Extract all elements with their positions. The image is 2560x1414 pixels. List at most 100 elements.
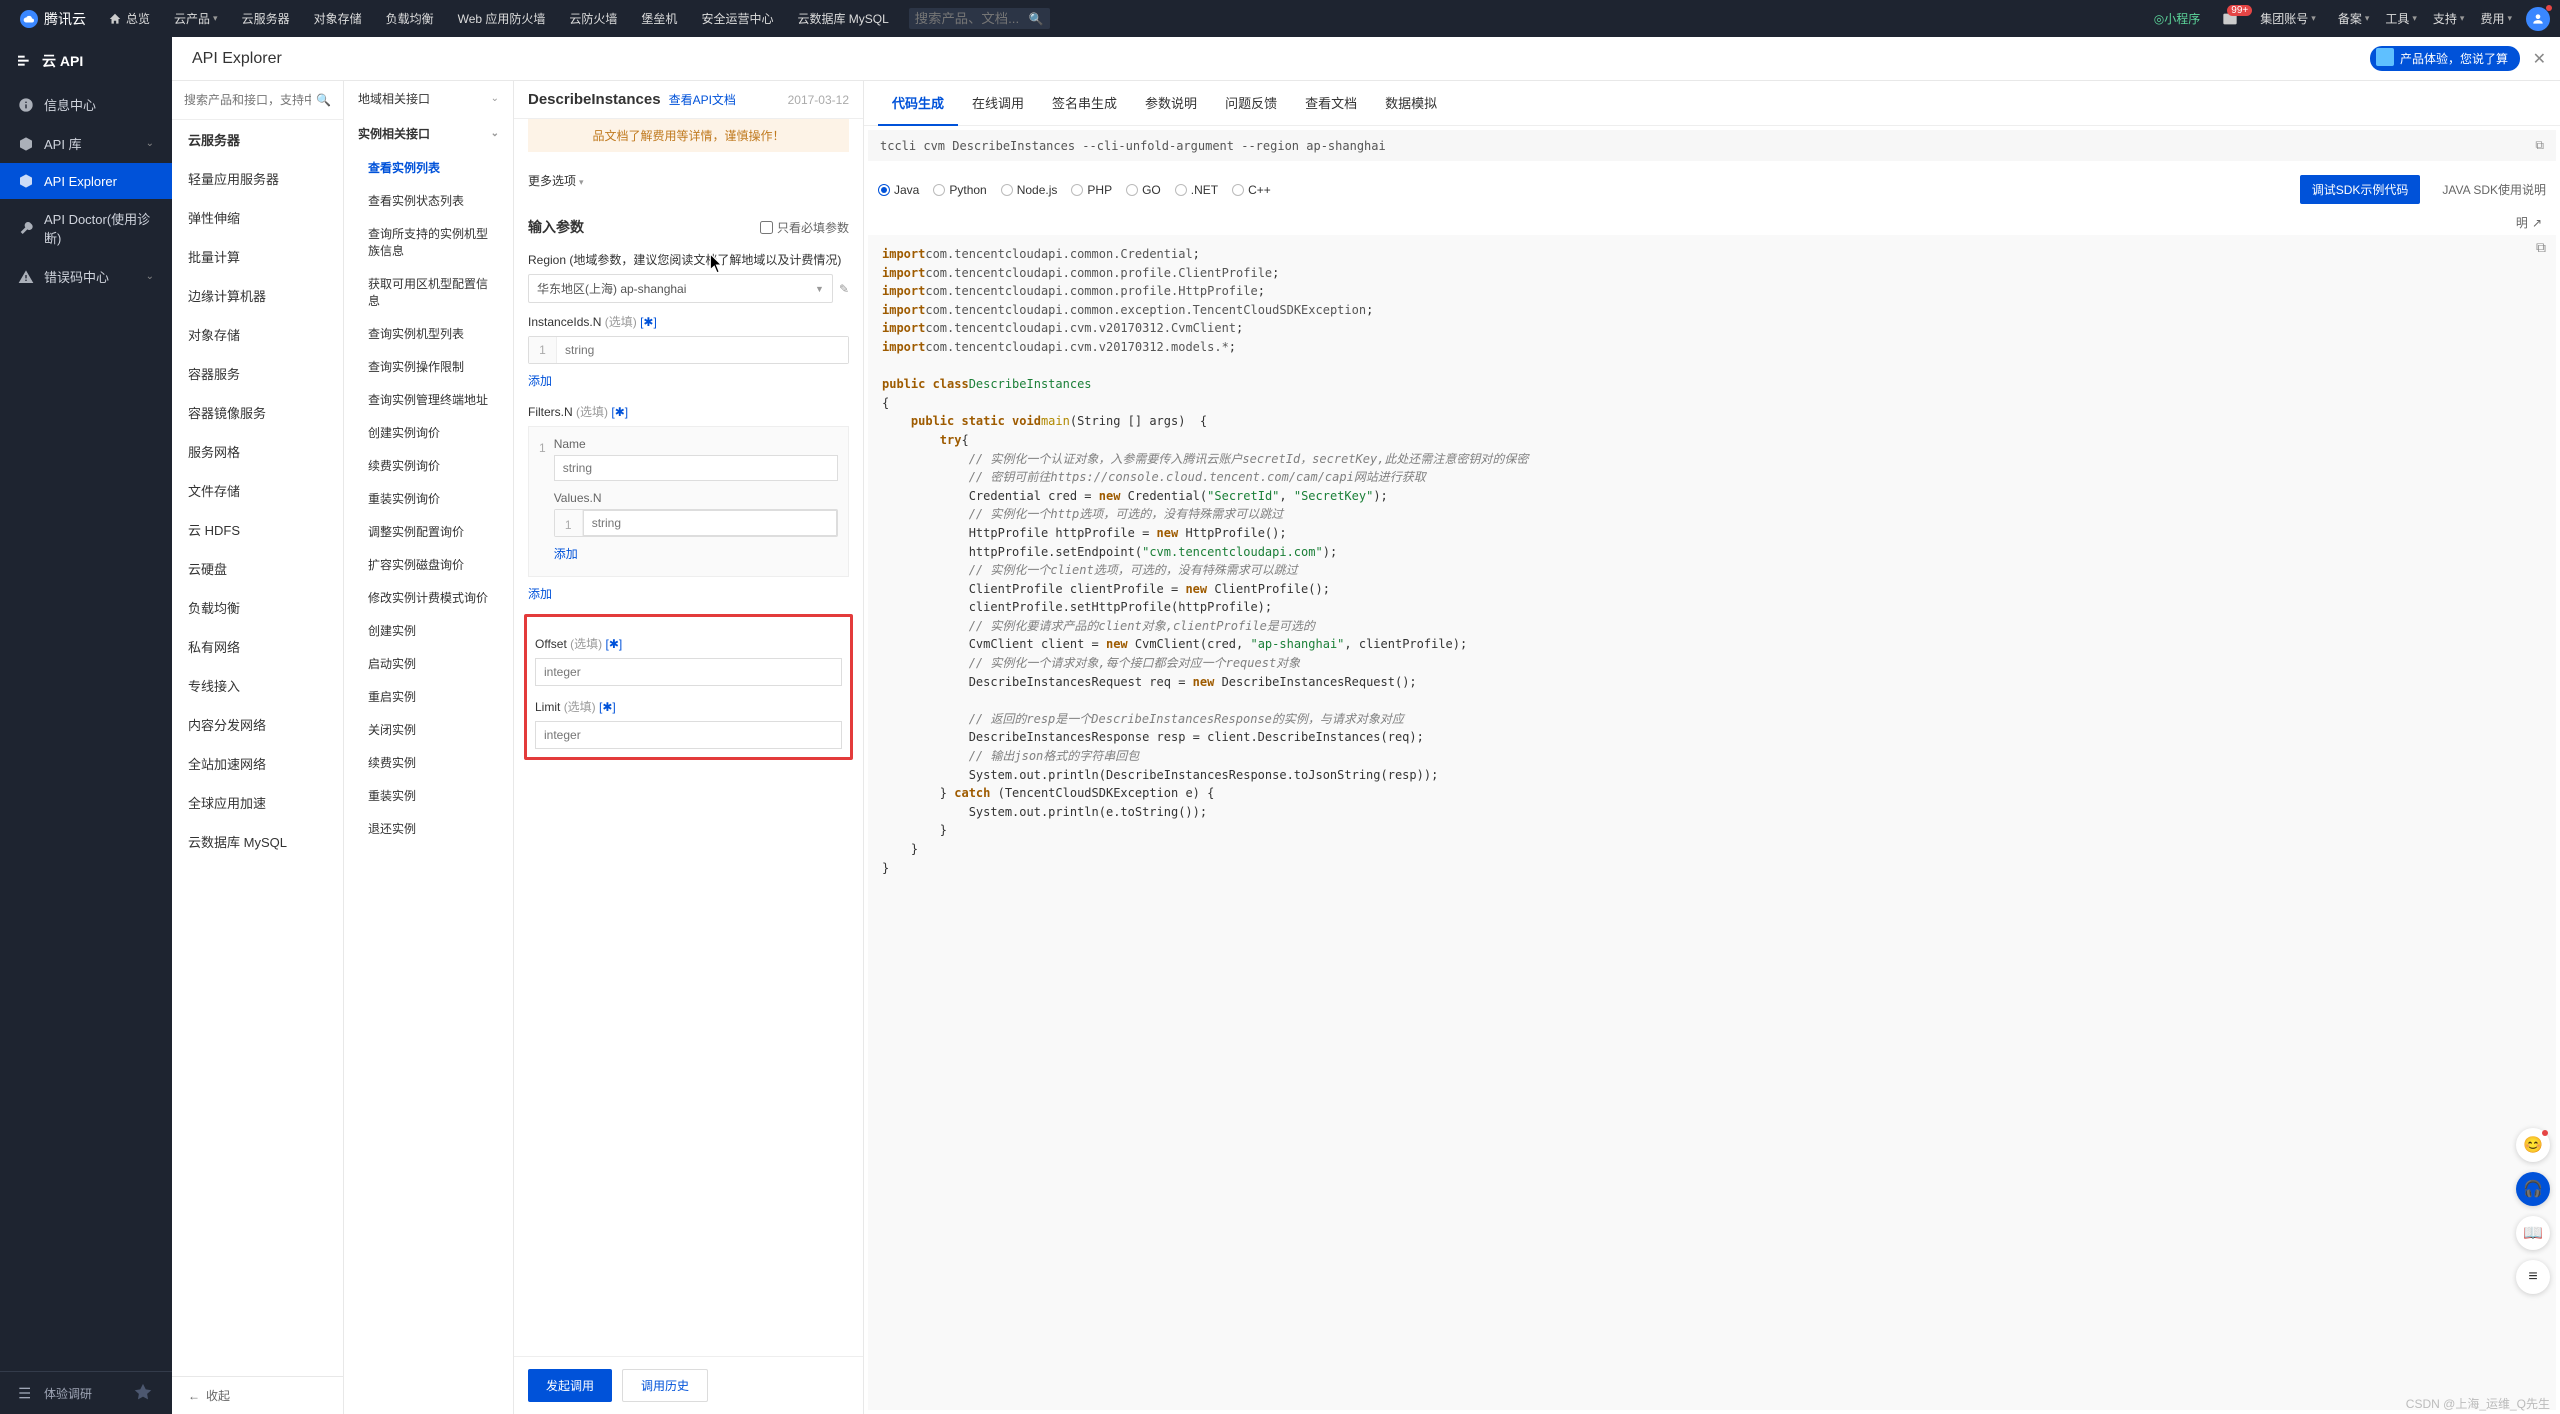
region-select[interactable]: 华东地区(上海) ap-shanghai▼ — [528, 274, 833, 303]
tab-5[interactable]: 查看文档 — [1291, 81, 1371, 125]
api-item-14[interactable]: 启动实例 — [344, 647, 513, 680]
brand-logo[interactable]: 腾讯云 — [10, 9, 96, 29]
copy-code-icon[interactable]: ⧉ — [2536, 239, 2546, 256]
add-value[interactable]: 添加 — [554, 545, 578, 562]
nav-item-1[interactable]: 云服务器 — [230, 0, 302, 37]
api-item-5[interactable]: 查询实例操作限制 — [344, 350, 513, 383]
filter-name-input[interactable] — [554, 455, 838, 481]
product-item-16[interactable]: 全站加速网络 — [172, 744, 343, 783]
external-link-icon[interactable]: ↗ — [2532, 216, 2542, 230]
limit-input[interactable] — [535, 721, 842, 749]
product-item-12[interactable]: 负载均衡 — [172, 588, 343, 627]
tab-6[interactable]: 数据模拟 — [1371, 81, 1451, 125]
promo-banner[interactable]: 产品体验，您说了算 — [2370, 46, 2520, 71]
headset-button[interactable]: 🎧 — [2516, 1172, 2550, 1206]
product-item-18[interactable]: 云数据库 MySQL — [172, 822, 343, 861]
product-item-7[interactable]: 容器镜像服务 — [172, 393, 343, 432]
api-item-17[interactable]: 续费实例 — [344, 746, 513, 779]
tab-0[interactable]: 代码生成 — [878, 81, 958, 126]
close-icon[interactable]: ✕ — [2533, 49, 2546, 69]
search-icon[interactable]: 🔍 — [316, 93, 331, 107]
notifications-icon[interactable]: 99+ — [2214, 11, 2246, 27]
only-required-toggle[interactable]: 只看必填参数 — [760, 219, 849, 236]
mini-program[interactable]: ◎ 小程序 — [2146, 10, 2209, 27]
tab-1[interactable]: 在线调用 — [958, 81, 1038, 125]
product-item-8[interactable]: 服务网格 — [172, 432, 343, 471]
product-item-3[interactable]: 批量计算 — [172, 237, 343, 276]
nav-item-6[interactable]: 堡垒机 — [629, 0, 689, 37]
product-item-9[interactable]: 文件存储 — [172, 471, 343, 510]
topbar-right-3[interactable]: 费用 — [2472, 10, 2520, 27]
nav-item-3[interactable]: 负载均衡 — [374, 0, 446, 37]
add-filter[interactable]: 添加 — [528, 585, 552, 602]
product-item-4[interactable]: 边缘计算机器 — [172, 276, 343, 315]
topbar-right-0[interactable]: 备案 — [2330, 10, 2378, 27]
more-options[interactable]: 更多选项 — [528, 166, 849, 207]
nav-item-5[interactable]: 云防火墙 — [557, 0, 629, 37]
api-item-7[interactable]: 创建实例询价 — [344, 416, 513, 449]
lang-radio-.net[interactable]: .NET — [1175, 183, 1218, 197]
nav-item-4[interactable]: Web 应用防火墙 — [446, 0, 558, 37]
search-input[interactable] — [915, 11, 1025, 26]
sidebar-footer[interactable]: 体验调研 — [0, 1371, 172, 1414]
api-item-6[interactable]: 查询实例管理终端地址 — [344, 383, 513, 416]
api-group-instance[interactable]: 实例相关接口⌄ — [344, 116, 513, 151]
api-item-1[interactable]: 查看实例状态列表 — [344, 184, 513, 217]
sidebar-item-0[interactable]: 信息中心 — [0, 85, 172, 124]
product-item-2[interactable]: 弹性伸缩 — [172, 198, 343, 237]
api-item-9[interactable]: 重装实例询价 — [344, 482, 513, 515]
lang-radio-python[interactable]: Python — [933, 183, 986, 197]
product-item-1[interactable]: 轻量应用服务器 — [172, 159, 343, 198]
api-item-18[interactable]: 重装实例 — [344, 779, 513, 812]
product-item-17[interactable]: 全球应用加速 — [172, 783, 343, 822]
menu-button[interactable]: ≡ — [2516, 1260, 2550, 1294]
product-item-13[interactable]: 私有网络 — [172, 627, 343, 666]
topbar-right-2[interactable]: 支持 — [2425, 10, 2473, 27]
product-item-5[interactable]: 对象存储 — [172, 315, 343, 354]
sidebar-item-2[interactable]: API Explorer — [0, 163, 172, 199]
api-group-region[interactable]: 地域相关接口⌄ — [344, 81, 513, 116]
collapse-button[interactable]: ←收起 — [172, 1376, 343, 1414]
topbar-search[interactable]: 🔍 — [909, 8, 1050, 29]
nav-item-7[interactable]: 安全运营中心 — [689, 0, 785, 37]
api-item-3[interactable]: 获取可用区机型配置信息 — [344, 267, 513, 317]
offset-input[interactable] — [535, 658, 842, 686]
sidebar-item-1[interactable]: API 库⌄ — [0, 124, 172, 163]
help-link[interactable]: [✱] — [611, 405, 628, 419]
api-item-12[interactable]: 修改实例计费模式询价 — [344, 581, 513, 614]
sidebar-item-3[interactable]: API Doctor(使用诊断) — [0, 199, 172, 257]
docs-button[interactable]: 📖 — [2516, 1216, 2550, 1250]
api-item-2[interactable]: 查询所支持的实例机型族信息 — [344, 217, 513, 267]
lang-radio-php[interactable]: PHP — [1071, 183, 1112, 197]
product-item-6[interactable]: 容器服务 — [172, 354, 343, 393]
lang-radio-node.js[interactable]: Node.js — [1001, 183, 1058, 197]
api-item-8[interactable]: 续费实例询价 — [344, 449, 513, 482]
avatar[interactable] — [2526, 7, 2550, 31]
api-item-19[interactable]: 退还实例 — [344, 812, 513, 845]
api-item-10[interactable]: 调整实例配置询价 — [344, 515, 513, 548]
api-item-0[interactable]: 查看实例列表 — [344, 151, 513, 184]
help-link[interactable]: [✱] — [640, 315, 657, 329]
api-item-13[interactable]: 创建实例 — [344, 614, 513, 647]
view-doc-link[interactable]: 查看API文档 — [669, 91, 736, 108]
tab-4[interactable]: 问题反馈 — [1211, 81, 1291, 125]
nav-item-8[interactable]: 云数据库 MySQL — [785, 0, 900, 37]
product-item-10[interactable]: 云 HDFS — [172, 510, 343, 549]
edit-icon[interactable]: ✎ — [839, 282, 849, 296]
support-smile-button[interactable]: 😊 — [2516, 1128, 2550, 1162]
product-item-0[interactable]: 云服务器 — [172, 120, 343, 159]
copy-icon[interactable]: ⧉ — [2535, 138, 2544, 153]
nav-item-2[interactable]: 对象存储 — [302, 0, 374, 37]
nav-overview[interactable]: 总览 — [96, 0, 162, 37]
history-button[interactable]: 调用历史 — [622, 1369, 708, 1402]
tab-2[interactable]: 签名串生成 — [1038, 81, 1131, 125]
invoke-button[interactable]: 发起调用 — [528, 1369, 612, 1402]
lang-radio-java[interactable]: Java — [878, 183, 919, 197]
add-instanceid[interactable]: 添加 — [528, 372, 552, 389]
tab-3[interactable]: 参数说明 — [1131, 81, 1211, 125]
search-icon[interactable]: 🔍 — [1029, 12, 1044, 26]
product-item-15[interactable]: 内容分发网络 — [172, 705, 343, 744]
sdk-help-link[interactable]: JAVA SDK使用说明 — [2442, 181, 2546, 198]
product-item-11[interactable]: 云硬盘 — [172, 549, 343, 588]
instanceids-input[interactable] — [557, 337, 848, 363]
